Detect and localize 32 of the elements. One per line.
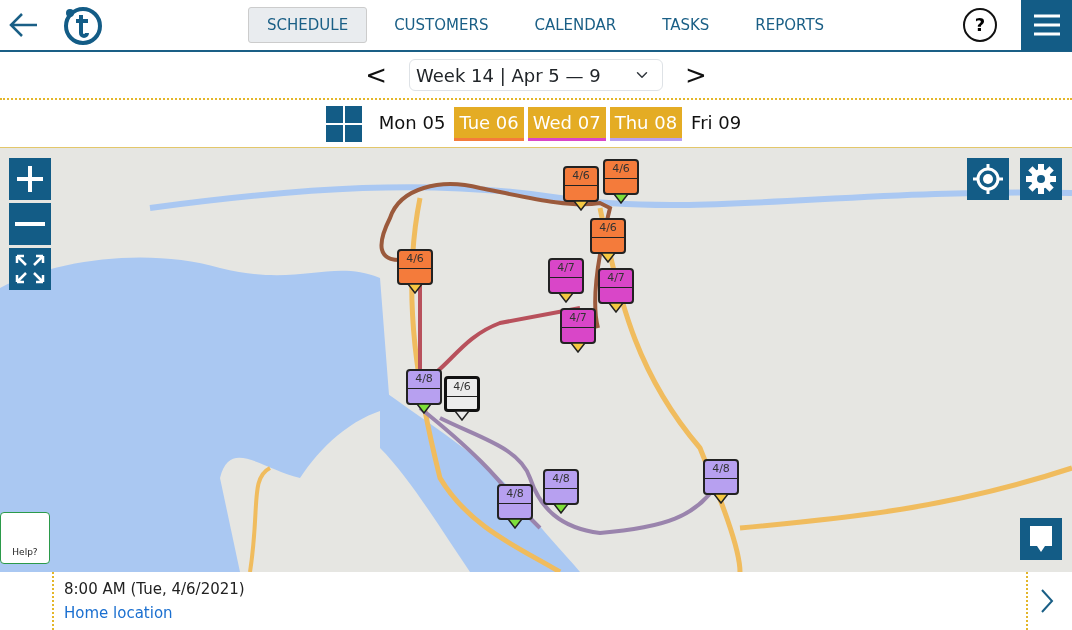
plus-icon [15, 164, 45, 194]
chat-button[interactable] [1020, 518, 1062, 560]
locate-button[interactable] [967, 158, 1009, 200]
location-link[interactable]: Home location [64, 603, 173, 622]
expand-icon [14, 253, 46, 285]
nav-tab[interactable]: CUSTOMERS [375, 6, 508, 44]
nav-tab[interactable]: TASKS [643, 6, 729, 44]
menu-button[interactable] [1021, 0, 1072, 51]
menu-icon [1033, 14, 1060, 36]
appointment-time: 8:00 AM (Tue, 4/6/2021) [64, 579, 246, 600]
grid-icon[interactable] [325, 105, 362, 142]
help-chat-button[interactable]: Help? [0, 512, 50, 564]
speech-bubble-icon [1028, 524, 1054, 554]
nav-tab[interactable]: CALENDAR [515, 6, 636, 44]
nav-tab[interactable]: SCHEDULE [248, 6, 368, 44]
logo-icon [62, 5, 102, 45]
chevron-right-icon[interactable] [1040, 588, 1054, 614]
back-arrow-icon[interactable] [8, 12, 38, 38]
minus-icon [15, 221, 45, 227]
help-button[interactable]: ? [963, 8, 997, 42]
next-week-button[interactable]: > [679, 61, 713, 89]
nav-tab[interactable]: REPORTS [736, 6, 844, 44]
settings-button[interactable] [1020, 158, 1062, 200]
previous-week-button[interactable]: < [359, 61, 393, 89]
day-tab[interactable]: Mon 05 [373, 106, 451, 141]
day-tab[interactable]: Fri 09 [686, 106, 747, 141]
crosshair-icon [972, 163, 1004, 195]
zoom-out-button[interactable] [9, 203, 51, 245]
zoom-in-button[interactable] [9, 158, 51, 200]
fullscreen-button[interactable] [9, 248, 51, 290]
settings-icon [1025, 163, 1057, 195]
week-select[interactable]: Week 14 | Apr 5 — 9 [409, 59, 663, 91]
